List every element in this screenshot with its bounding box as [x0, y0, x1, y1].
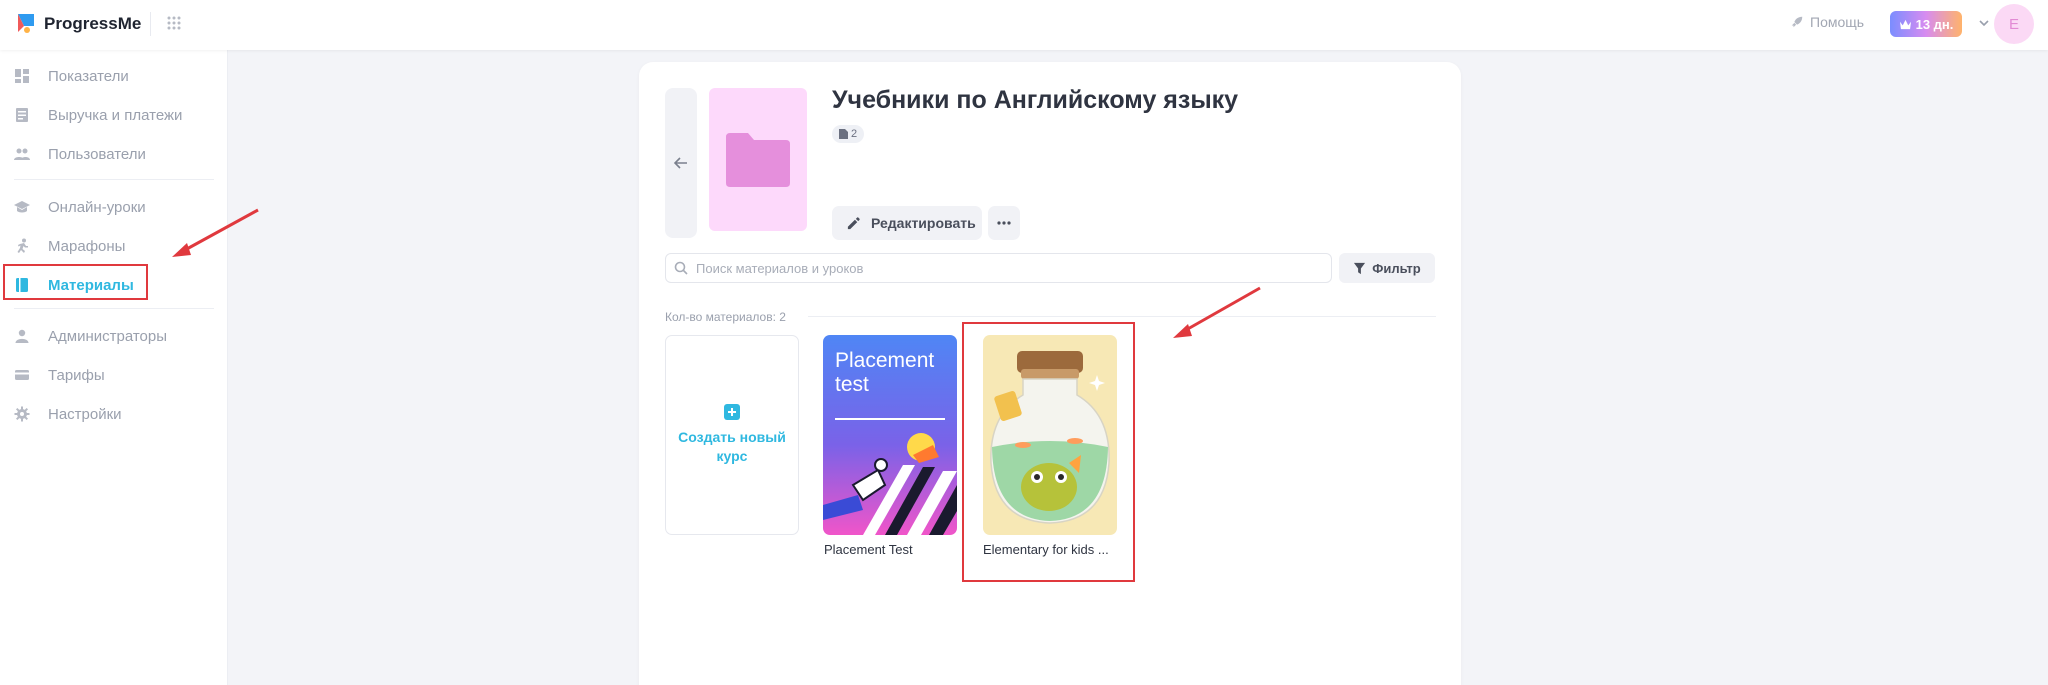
- plan-days-badge[interactable]: 13 дн.: [1890, 11, 1962, 37]
- material-title-placement-test[interactable]: Placement Test: [824, 542, 913, 557]
- person-icon: [15, 329, 29, 343]
- more-horizontal-icon: [997, 221, 1011, 225]
- plan-days-label: 13 дн.: [1915, 16, 1954, 32]
- gear-icon: [14, 406, 30, 422]
- plus-icon: [724, 404, 740, 420]
- placement-cover-illustration: [823, 433, 957, 535]
- sidebar-item-administrators[interactable]: Администраторы: [0, 317, 228, 355]
- progressme-logo-icon[interactable]: [14, 11, 38, 35]
- sidebar-item-dashboard[interactable]: Показатели: [0, 57, 228, 95]
- chevron-down-icon[interactable]: [1977, 16, 1991, 30]
- credit-card-icon: [15, 370, 29, 380]
- filter-funnel-icon: [1354, 262, 1366, 274]
- users-icon: [14, 148, 30, 160]
- sidebar: Показатели Выручка и платежи Пользовател…: [0, 50, 228, 685]
- sidebar-item-tariffs[interactable]: Тарифы: [0, 356, 228, 394]
- sidebar-item-label: Марафоны: [48, 237, 126, 255]
- avatar[interactable]: E: [1994, 4, 2034, 44]
- brand-name[interactable]: ProgressMe: [44, 14, 141, 34]
- sidebar-item-settings[interactable]: Настройки: [0, 395, 228, 433]
- sidebar-item-label: Настройки: [48, 405, 122, 423]
- file-count: 2: [851, 128, 858, 140]
- sidebar-item-marathons[interactable]: Марафоны: [0, 227, 228, 265]
- rocket-icon: [1791, 16, 1803, 28]
- create-course-label: Создать новый курс: [678, 429, 786, 464]
- materials-count: Кол-во материалов: 2: [665, 310, 786, 324]
- folder-thumbnail: [709, 88, 807, 231]
- top-bar: ProgressMe Помощь 13 дн. E: [0, 0, 2048, 50]
- receipt-icon: [16, 108, 28, 122]
- sidebar-item-online-lessons[interactable]: Онлайн-уроки: [0, 188, 228, 226]
- help-button[interactable]: Помощь: [1790, 14, 1864, 30]
- sidebar-item-label: Выручка и платежи: [48, 106, 183, 124]
- apps-grid-icon[interactable]: [166, 15, 182, 31]
- edit-button[interactable]: Редактировать: [832, 206, 982, 240]
- sidebar-item-label: Пользователи: [48, 145, 146, 163]
- arrow-left-icon: [673, 157, 687, 169]
- pencil-icon: [847, 216, 860, 229]
- dashboard-icon: [15, 69, 29, 83]
- sidebar-item-label: Показатели: [48, 67, 129, 85]
- create-course-tile[interactable]: Создать новый курс: [665, 335, 799, 535]
- folder-title: Учебники по Английскому языку: [832, 86, 1239, 114]
- annotation-highlight-materials: [3, 264, 148, 300]
- search-icon: [674, 261, 688, 275]
- back-button[interactable]: [665, 88, 697, 238]
- annotation-highlight-elementary-card: [962, 322, 1135, 582]
- sidebar-divider: [14, 179, 214, 180]
- crown-icon: [1899, 19, 1911, 29]
- search-input[interactable]: [696, 260, 1316, 276]
- materials-divider: [808, 316, 1436, 317]
- sidebar-item-label: Администраторы: [48, 327, 168, 345]
- sidebar-item-users[interactable]: Пользователи: [0, 135, 228, 173]
- search-box[interactable]: [665, 253, 1332, 283]
- more-options-button[interactable]: [988, 206, 1020, 240]
- sidebar-divider: [14, 308, 214, 309]
- edit-label: Редактировать: [871, 215, 976, 231]
- graduation-cap-icon: [14, 201, 30, 213]
- filter-label: Фильтр: [1372, 260, 1421, 276]
- running-icon: [17, 238, 28, 253]
- file-icon: [839, 129, 848, 139]
- filter-button[interactable]: Фильтр: [1339, 253, 1435, 283]
- sidebar-item-label: Тарифы: [48, 366, 105, 384]
- sidebar-item-label: Онлайн-уроки: [48, 198, 146, 216]
- help-label: Помощь: [1810, 14, 1865, 30]
- sidebar-item-revenue[interactable]: Выручка и платежи: [0, 96, 228, 134]
- top-divider: [150, 12, 151, 36]
- material-card-placement-test[interactable]: Placement test: [823, 335, 957, 535]
- file-count-badge: 2: [832, 125, 865, 143]
- folder-icon: [726, 132, 790, 187]
